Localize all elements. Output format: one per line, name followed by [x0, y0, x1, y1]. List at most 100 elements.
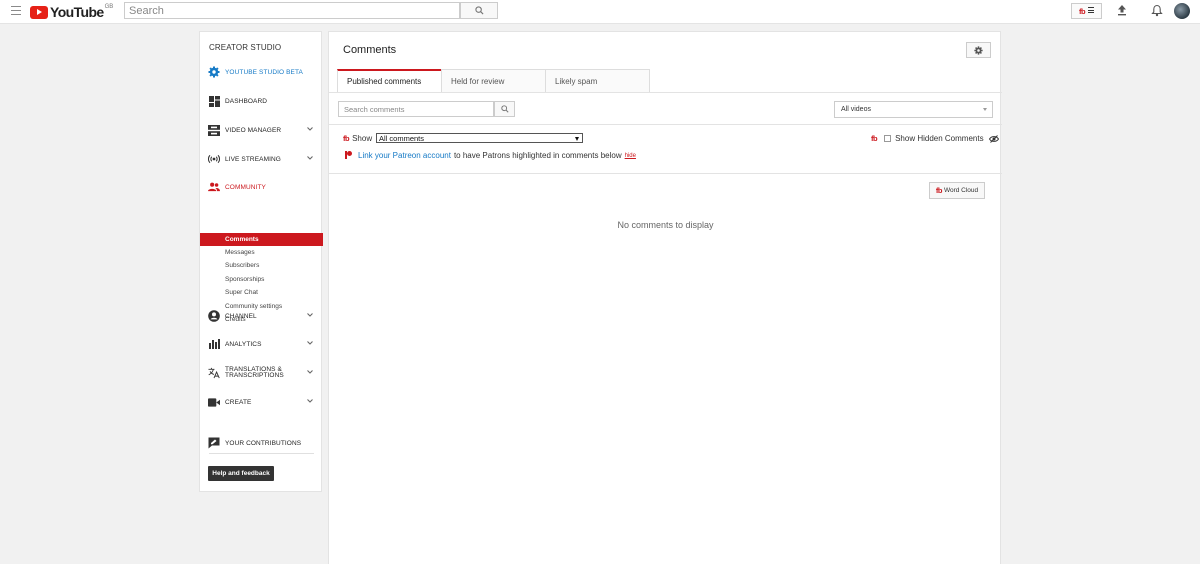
word-cloud-button[interactable]: fb Word Cloud	[929, 182, 985, 199]
search-icon	[500, 105, 509, 113]
show-comments-select[interactable]: All comments	[376, 133, 583, 143]
sidebar-item-label: ANALYTICS	[225, 340, 262, 348]
chevron-down-icon[interactable]	[306, 397, 314, 405]
sidebar-subitem-messages[interactable]: Messages	[200, 246, 323, 259]
sidebar-item-label: YOUR CONTRIBUTIONS	[225, 439, 302, 447]
videos-filter-value: All videos	[841, 106, 871, 113]
sidebar-subitem-subscribers[interactable]: Subscribers	[200, 259, 323, 272]
eye-slash-icon[interactable]	[988, 134, 999, 143]
chevron-down-icon[interactable]	[306, 154, 314, 162]
tab-likely-spam[interactable]: Likely spam	[545, 69, 650, 92]
sidebar-item-create[interactable]: CREATE	[200, 393, 323, 411]
translate-icon	[208, 367, 220, 379]
show-filter-row: fb Show	[343, 133, 372, 144]
dropdown-arrow-icon	[575, 136, 579, 141]
hamburger-menu-icon[interactable]	[11, 6, 21, 15]
creator-studio-sidebar: CREATOR STUDIO YOUTUBE STUDIO BETA DASHB…	[199, 31, 323, 492]
notifications-button[interactable]	[1151, 4, 1163, 20]
dropdown-arrow-icon	[983, 108, 987, 111]
sidebar-subitem-label: Messages	[225, 249, 255, 256]
bell-icon	[1151, 4, 1163, 17]
sidebar-item-analytics[interactable]: ANALYTICS	[200, 335, 323, 353]
tab-published-comments[interactable]: Published comments	[337, 69, 442, 92]
word-cloud-label: Word Cloud	[943, 187, 979, 194]
filters-divider	[329, 173, 1002, 174]
patreon-notice: Link your Patreon account to have Patron…	[345, 151, 636, 160]
logo-region: GB	[104, 4, 114, 10]
page-title: Comments	[343, 44, 397, 56]
hide-patreon-link[interactable]: hide	[625, 153, 636, 159]
sidebar-item-community[interactable]: COMMUNITY	[200, 178, 323, 196]
sidebar-divider	[209, 453, 314, 454]
show-hidden-checkbox[interactable]	[884, 135, 892, 142]
sidebar-item-translations[interactable]: TRANSLATIONS & TRANSCRIPTIONS	[200, 364, 323, 382]
search-icon	[474, 6, 484, 15]
video-manager-icon	[208, 124, 220, 136]
sidebar-subitem-comments[interactable]: Comments	[200, 233, 323, 246]
sidebar-subitem-label: Super Chat	[225, 289, 258, 296]
live-streaming-icon	[208, 153, 220, 165]
sidebar-item-video-manager[interactable]: VIDEO MANAGER	[200, 121, 323, 139]
patreon-icon	[345, 151, 353, 160]
sidebar-item-contributions[interactable]: YOUR CONTRIBUTIONS	[200, 434, 323, 452]
chevron-down-icon[interactable]	[306, 311, 314, 319]
community-icon	[208, 181, 220, 193]
sidebar-item-live-streaming[interactable]: LIVE STREAMING	[200, 150, 323, 168]
help-feedback-button[interactable]: Help and feedback	[208, 466, 274, 481]
show-hidden-control: fb Show Hidden Comments	[871, 134, 999, 143]
gear-icon	[208, 66, 220, 78]
sidebar-item-label: LIVE STREAMING	[225, 155, 281, 163]
show-select-value: All comments	[379, 133, 425, 143]
settings-button[interactable]	[966, 42, 991, 58]
sidebar-item-label: CHANNEL	[225, 312, 257, 320]
gear-icon	[974, 45, 983, 55]
search-button[interactable]	[460, 2, 498, 19]
sidebar-item-label: YOUTUBE STUDIO BETA	[225, 68, 303, 76]
toolbar-divider	[329, 124, 1002, 125]
chevron-down-icon[interactable]	[306, 125, 314, 133]
upload-button[interactable]	[1116, 4, 1128, 19]
sidebar-title: CREATOR STUDIO	[209, 43, 282, 52]
videos-filter-select[interactable]: All videos	[834, 101, 993, 118]
search-comments-input[interactable]	[338, 101, 494, 117]
logo-word: YouTube	[50, 4, 104, 20]
fb-extension-icon: fb	[1078, 6, 1086, 16]
sidebar-item-dashboard[interactable]: DASHBOARD	[200, 92, 323, 110]
tab-divider	[329, 92, 1002, 93]
chevron-down-icon[interactable]	[306, 368, 314, 376]
search-comments-button[interactable]	[494, 101, 515, 117]
sidebar-subitem-label: Comments	[225, 236, 259, 243]
sidebar-subitem-super-chat[interactable]: Super Chat	[200, 286, 323, 299]
sidebar-item-label: COMMUNITY	[225, 183, 266, 191]
comment-tabs: Published comments Held for review Likel…	[337, 69, 650, 92]
avatar[interactable]	[1174, 3, 1190, 19]
sidebar-item-label: TRANSLATIONS & TRANSCRIPTIONS	[225, 366, 284, 379]
sidebar-subitem-sponsorships[interactable]: Sponsorships	[200, 273, 323, 286]
fb-extension-icon: fb	[343, 134, 350, 143]
youtube-play-icon	[30, 5, 48, 19]
show-hidden-label: Show Hidden Comments	[895, 134, 984, 143]
tab-held-for-review[interactable]: Held for review	[441, 69, 546, 92]
dashboard-icon	[208, 95, 220, 107]
sidebar-item-label: VIDEO MANAGER	[225, 126, 282, 134]
sidebar-item-label: CREATE	[225, 398, 252, 406]
youtube-logo[interactable]: YouTube GB	[30, 4, 113, 20]
sidebar-item-studio-beta[interactable]: YOUTUBE STUDIO BETA	[200, 63, 323, 81]
sidebar-item-label: DASHBOARD	[225, 97, 268, 105]
search-input[interactable]	[124, 2, 460, 19]
top-bar: YouTube GB fb	[0, 0, 1200, 24]
chevron-down-icon[interactable]	[306, 339, 314, 347]
comments-panel: Comments Published comments Held for rev…	[328, 31, 1002, 564]
empty-state-message: No comments to display	[617, 220, 714, 230]
channel-icon	[208, 310, 220, 322]
create-icon	[208, 396, 220, 408]
fb-extension-icon: fb	[935, 186, 943, 195]
show-label: Show	[352, 134, 373, 143]
sidebar-subitem-label: Subscribers	[225, 262, 260, 269]
extension-button[interactable]: fb	[1071, 3, 1102, 19]
sidebar-item-channel[interactable]: CHANNEL	[200, 307, 323, 325]
patreon-text: to have Patrons highlighted in comments …	[453, 151, 622, 160]
menu-lines-icon	[1088, 7, 1095, 15]
fb-extension-icon: fb	[871, 134, 878, 143]
patreon-link[interactable]: Link your Patreon account	[358, 151, 451, 160]
